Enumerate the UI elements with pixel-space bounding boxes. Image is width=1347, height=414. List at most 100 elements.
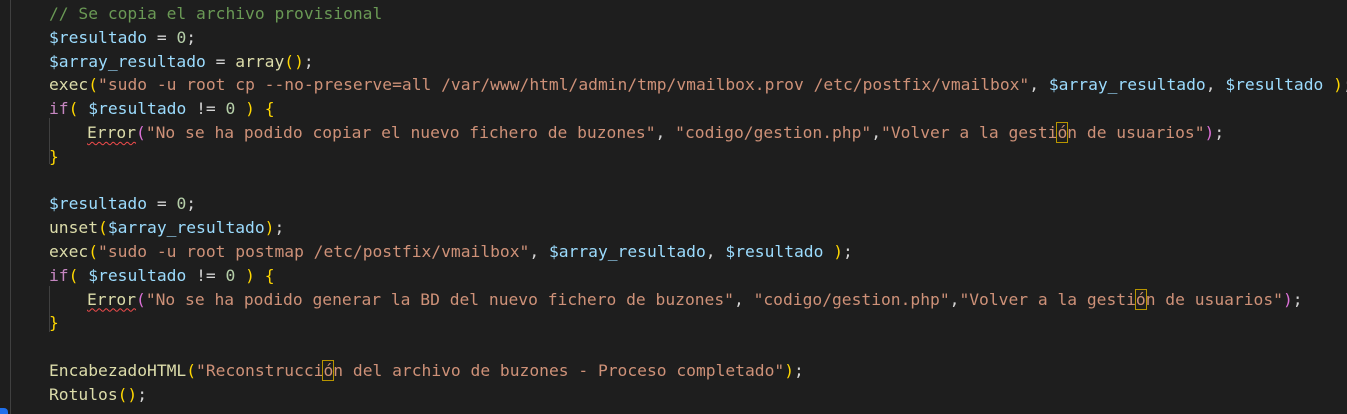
code-line[interactable]: exec("sudo -u root cp --no-preserve=all …	[0, 73, 1347, 97]
code-token: ;	[843, 241, 853, 261]
code-token: "sudo -u root cp --no-preserve=all /var/…	[98, 75, 1030, 95]
code-token: ó	[1056, 121, 1069, 143]
code-token: ,	[1205, 75, 1226, 95]
code-token: ,	[705, 241, 726, 261]
code-token: =	[147, 194, 177, 214]
code-line[interactable]: Error("No se ha podido generar la BD del…	[0, 288, 1347, 312]
code-token: )	[1282, 289, 1293, 309]
code-token: ó	[322, 359, 335, 381]
code-token: )	[833, 241, 844, 261]
code-line[interactable]: Error("No se ha podido copiar el nuevo f…	[0, 121, 1347, 145]
code-token: ;	[1214, 122, 1225, 142]
code-line[interactable]: unset($array_resultado);	[0, 216, 1347, 240]
code-line[interactable]: }	[0, 311, 1347, 335]
code-token: (	[98, 218, 108, 238]
code-line[interactable]: $resultado = 0;	[0, 192, 1347, 216]
code-token: 0	[176, 27, 187, 47]
code-line[interactable]: exec("sudo -u root postmap /etc/postfix/…	[0, 240, 1347, 264]
code-token: "sudo -u root postmap /etc/postfix/vmail…	[98, 241, 530, 261]
code-line[interactable]	[0, 335, 1347, 359]
code-token: ;	[1292, 289, 1303, 309]
code-token: ,	[733, 289, 754, 309]
code-token: }	[49, 146, 59, 166]
code-token: "Volver a la gesti	[881, 122, 1058, 142]
code-line[interactable]: $resultado = 0;	[0, 26, 1347, 50]
code-line[interactable]	[0, 169, 1347, 193]
code-token: !=	[186, 265, 226, 285]
code-token: "codigo/gestion.php"	[753, 289, 950, 309]
code-line[interactable]: // Se copia el archivo provisional	[0, 2, 1347, 26]
code-token: n de usuarios"	[1145, 289, 1283, 309]
code-token: )	[264, 218, 275, 238]
code-token: $array_resultado	[107, 218, 265, 238]
code-token: $resultado	[725, 241, 824, 261]
code-token: ;	[1343, 75, 1347, 94]
code-token: Error	[87, 289, 137, 309]
code-token: ;	[137, 384, 148, 404]
code-token: ó	[1134, 288, 1147, 310]
code-token: ;	[794, 360, 804, 380]
code-token: )	[1204, 122, 1215, 142]
code-token: $resultado	[88, 265, 187, 285]
code-token: $resultado	[1225, 75, 1324, 95]
code-token: Error	[87, 122, 137, 142]
code-token: n de usuarios"	[1067, 122, 1205, 142]
code-token: ;	[274, 218, 285, 238]
code-token: $array_resultado	[1048, 75, 1206, 95]
code-token: $resultado	[88, 99, 187, 119]
code-editor[interactable]: // Se copia el archivo provisional $resul…	[0, 0, 1347, 414]
code-token: $array_resultado	[548, 241, 706, 261]
code-line[interactable]: $array_resultado = array();	[0, 50, 1347, 74]
code-token: ;	[186, 27, 197, 47]
code-token: ()	[284, 51, 304, 71]
code-token: n del archivo de buzones - Proceso compl…	[333, 360, 785, 380]
code-token: (	[88, 241, 99, 261]
gutter-marker	[0, 408, 8, 414]
code-token: 0	[225, 99, 236, 119]
code-token: // Se copia el archivo provisional	[49, 4, 383, 23]
code-token: )	[245, 265, 255, 285]
code-token: =	[147, 27, 177, 47]
code-token: EncabezadoHTML	[49, 360, 187, 380]
code-token: ,	[529, 241, 549, 261]
code-area[interactable]: // Se copia el archivo provisional $resul…	[0, 2, 1347, 407]
code-token: ()	[117, 384, 138, 404]
code-line[interactable]: if( $resultado != 0 ) {	[0, 264, 1347, 288]
code-token: ;	[186, 194, 197, 214]
code-token: )	[1333, 75, 1343, 95]
code-token: ,	[1029, 75, 1049, 95]
code-token: =	[205, 51, 236, 71]
code-line[interactable]: EncabezadoHTML("Reconstrucción del archi…	[0, 359, 1347, 383]
code-token: $resultado	[49, 194, 148, 214]
code-line[interactable]: Rotulos();	[0, 383, 1347, 407]
code-line[interactable]: }	[0, 145, 1347, 169]
code-token: ,	[949, 289, 960, 309]
code-token: }	[49, 313, 59, 333]
code-token: if	[49, 265, 69, 285]
code-token: (	[88, 75, 99, 95]
code-token: "Volver a la gesti	[959, 289, 1136, 309]
code-token: (	[136, 289, 146, 309]
code-token: )	[784, 360, 795, 380]
code-token: "No se ha podido copiar el nuevo fichero…	[145, 122, 656, 142]
code-token: Rotulos	[49, 384, 118, 404]
code-token: (	[68, 265, 79, 285]
code-line[interactable]: if( $resultado != 0 ) {	[0, 97, 1347, 121]
code-token: "No se ha podido generar la BD del nuevo…	[145, 289, 734, 309]
code-token: exec	[49, 241, 89, 261]
code-token: ;	[303, 51, 314, 71]
code-token: $array_resultado	[49, 51, 206, 71]
code-token: array	[235, 51, 285, 71]
code-token: (	[186, 360, 197, 380]
code-token: "codigo/gestion.php"	[675, 122, 872, 142]
code-token: "Reconstrucci	[196, 360, 324, 380]
code-token: 0	[176, 194, 187, 214]
code-token: {	[264, 99, 275, 119]
